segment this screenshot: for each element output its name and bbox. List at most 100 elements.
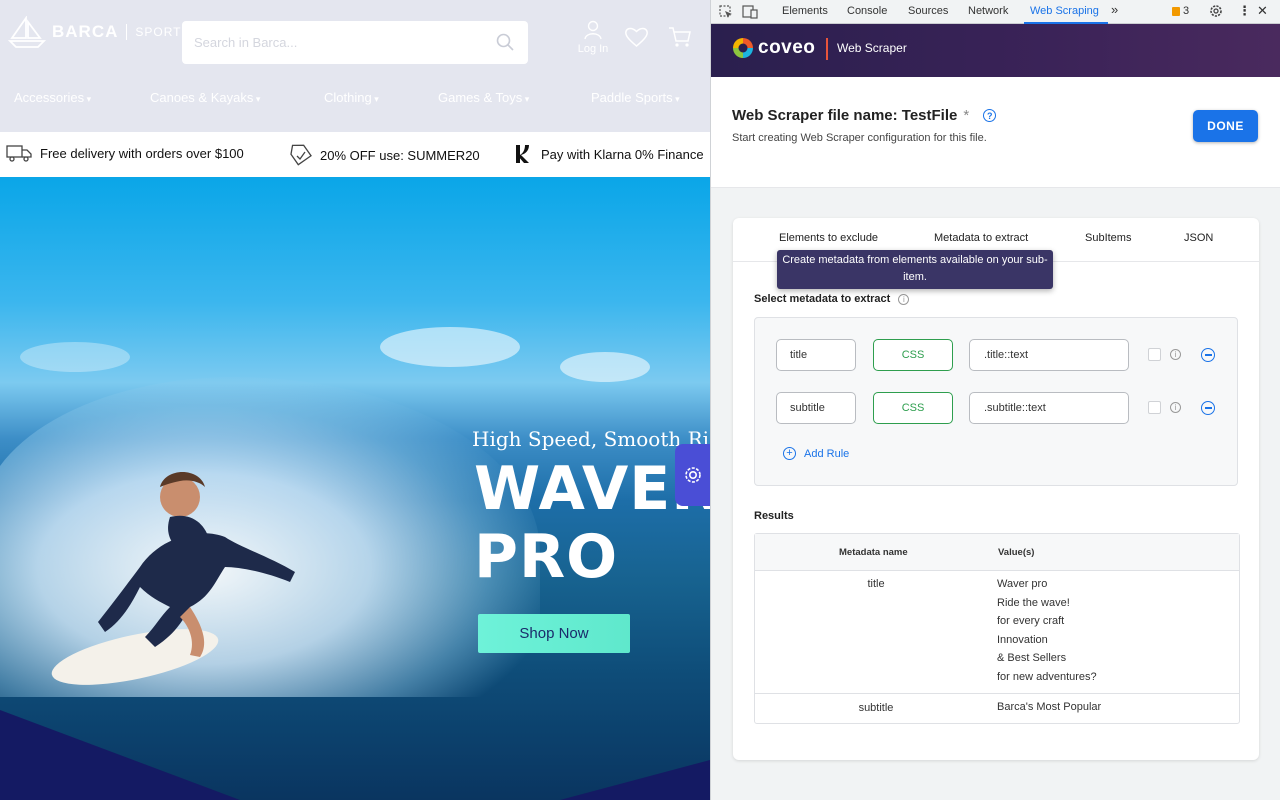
rule-checkbox[interactable] — [1148, 401, 1161, 414]
nav-paddle-sports[interactable]: Paddle Sports — [591, 90, 680, 105]
kebab-menu-icon[interactable]: ⋮ — [1238, 3, 1251, 19]
remove-rule-icon[interactable] — [1201, 401, 1215, 415]
nav-accessories[interactable]: Accessories — [14, 90, 91, 105]
sailboat-icon — [8, 16, 46, 48]
shop-now-button[interactable]: Shop Now — [478, 614, 630, 653]
promo-bar: Free delivery with orders over $100 20% … — [0, 132, 710, 177]
search-placeholder: Search in Barca... — [194, 35, 298, 50]
coveo-logo-icon — [733, 38, 753, 58]
add-rule-button[interactable]: + Add Rule — [783, 447, 849, 460]
settings-gear-icon[interactable] — [1209, 4, 1223, 18]
info-icon[interactable]: i — [1170, 402, 1181, 413]
info-icon[interactable]: i — [898, 293, 910, 305]
devtools-tabbar: Elements Console Sources Network Web Scr… — [711, 0, 1280, 24]
warning-icon — [1172, 6, 1180, 16]
search-icon[interactable] — [496, 33, 514, 51]
close-icon[interactable]: ✕ — [1257, 3, 1268, 19]
store-logo[interactable]: BARCA SPORTS — [8, 16, 191, 48]
tab-network[interactable]: Network — [968, 5, 1008, 17]
tab-web-scraping[interactable]: Web Scraping — [1030, 5, 1099, 17]
cloud — [560, 352, 650, 382]
scraper-toggle-tab[interactable] — [675, 444, 710, 506]
app-name: Web Scraper — [837, 41, 907, 55]
klarna-icon — [516, 145, 529, 163]
user-icon — [584, 20, 602, 40]
nav-canoes-kayaks[interactable]: Canoes & Kayaks — [150, 90, 260, 105]
nav-games-toys[interactable]: Games & Toys — [438, 90, 529, 105]
tag-icon — [290, 144, 312, 166]
store-header: BARCA SPORTS Search in Barca... Log In A… — [0, 0, 710, 132]
config-card: Elements to exclude Metadata to extract … — [733, 218, 1259, 760]
gear-icon — [684, 467, 701, 483]
promo-text: Free delivery with orders over $100 — [40, 145, 244, 161]
warnings-counter[interactable]: 3 — [1172, 5, 1189, 17]
logo-divider — [126, 24, 128, 40]
rule-selector-input[interactable]: .subtitle::text — [969, 392, 1129, 424]
help-question-icon[interactable]: ? — [983, 109, 997, 122]
tab-subitems[interactable]: SubItems — [1085, 232, 1131, 244]
tab-metadata-to-extract[interactable]: Metadata to extract — [934, 232, 1028, 244]
select-metadata-label: Select metadata to extract i — [754, 293, 910, 305]
tab-sources[interactable]: Sources — [908, 5, 948, 17]
logo-text: BARCA — [52, 22, 119, 41]
tab-elements-to-exclude[interactable]: Elements to exclude — [779, 232, 878, 244]
hero-bottom-shape — [0, 710, 710, 800]
values-cell: Barca's Most Popular — [997, 698, 1101, 717]
store-search-input[interactable]: Search in Barca... — [182, 21, 528, 64]
column-header-values: Value(s) — [998, 547, 1035, 558]
info-icon[interactable]: i — [1170, 349, 1181, 360]
coveo-brand: coveo — [758, 37, 816, 58]
warning-count: 3 — [1183, 5, 1190, 17]
rule-type-selector[interactable]: CSS — [873, 392, 953, 424]
tab-elements[interactable]: Elements — [782, 5, 828, 17]
header-divider — [826, 38, 828, 60]
results-heading: Results — [754, 510, 794, 522]
value-line: for every craft — [997, 615, 1065, 628]
remove-rule-icon[interactable] — [1201, 348, 1215, 362]
rules-container: title CSS .title::text i subtitle CSS .s… — [754, 317, 1238, 486]
add-rule-label: Add Rule — [804, 447, 850, 460]
wishlist-heart-icon[interactable] — [624, 26, 649, 48]
file-header: Web Scraper file name: TestFile * ? Star… — [711, 77, 1280, 188]
cloud — [380, 327, 520, 367]
rule-checkbox[interactable] — [1148, 348, 1161, 361]
select-metadata-text: Select metadata to extract — [754, 293, 891, 305]
cart-icon[interactable] — [668, 26, 692, 48]
values-cell: Waver pro Ride the wave! for every craft… — [997, 575, 1097, 687]
value-line: & Best Sellers — [997, 652, 1067, 665]
login-label: Log In — [577, 43, 609, 55]
value-line: Barca's Most Popular — [997, 701, 1102, 713]
done-button[interactable]: DONE — [1193, 110, 1258, 142]
plus-circle-icon: + — [783, 447, 796, 460]
file-title-text: Web Scraper file name: TestFile — [732, 107, 958, 124]
tab-json[interactable]: JSON — [1184, 232, 1213, 244]
device-toolbar-icon[interactable] — [742, 5, 758, 19]
table-row: subtitle Barca's Most Popular — [755, 694, 1239, 724]
devtools-panel: Elements Console Sources Network Web Scr… — [710, 0, 1280, 800]
tab-console[interactable]: Console — [847, 5, 887, 17]
promo-free-delivery: Free delivery with orders over $100 — [6, 144, 244, 162]
rule-type-selector[interactable]: CSS — [873, 339, 953, 371]
table-row: title Waver pro Ride the wave! for every… — [755, 571, 1239, 694]
cloud — [20, 342, 130, 372]
promo-discount: 20% OFF use: SUMMER20 — [290, 144, 480, 166]
column-header-metadata-name: Metadata name — [839, 547, 908, 558]
rule-name-input[interactable]: title — [776, 339, 856, 371]
nav-clothing[interactable]: Clothing — [324, 90, 379, 105]
promo-text: 20% OFF use: SUMMER20 — [320, 147, 480, 163]
metadata-name-cell: title — [867, 578, 885, 590]
results-table: Metadata name Value(s) title Waver pro R… — [754, 533, 1240, 724]
login-link[interactable]: Log In — [575, 20, 611, 55]
metadata-tab-tooltip: Create metadata from elements available … — [777, 250, 1053, 289]
value-line: Waver pro — [997, 578, 1048, 590]
promo-text: Pay with Klarna 0% Finance — [541, 146, 704, 162]
rule-name-input[interactable]: subtitle — [776, 392, 856, 424]
rule-selector-input[interactable]: .title::text — [969, 339, 1129, 371]
rule-row: title CSS .title::text i — [755, 339, 1239, 371]
hero-tagline: High Speed, Smooth Ride — [472, 427, 710, 451]
inspect-element-icon[interactable] — [719, 5, 733, 19]
value-line: Innovation — [997, 633, 1048, 646]
results-header-row: Metadata name Value(s) — [755, 534, 1239, 571]
file-subtitle: Start creating Web Scraper configuration… — [732, 132, 987, 144]
more-tabs-icon[interactable]: » — [1111, 2, 1118, 17]
